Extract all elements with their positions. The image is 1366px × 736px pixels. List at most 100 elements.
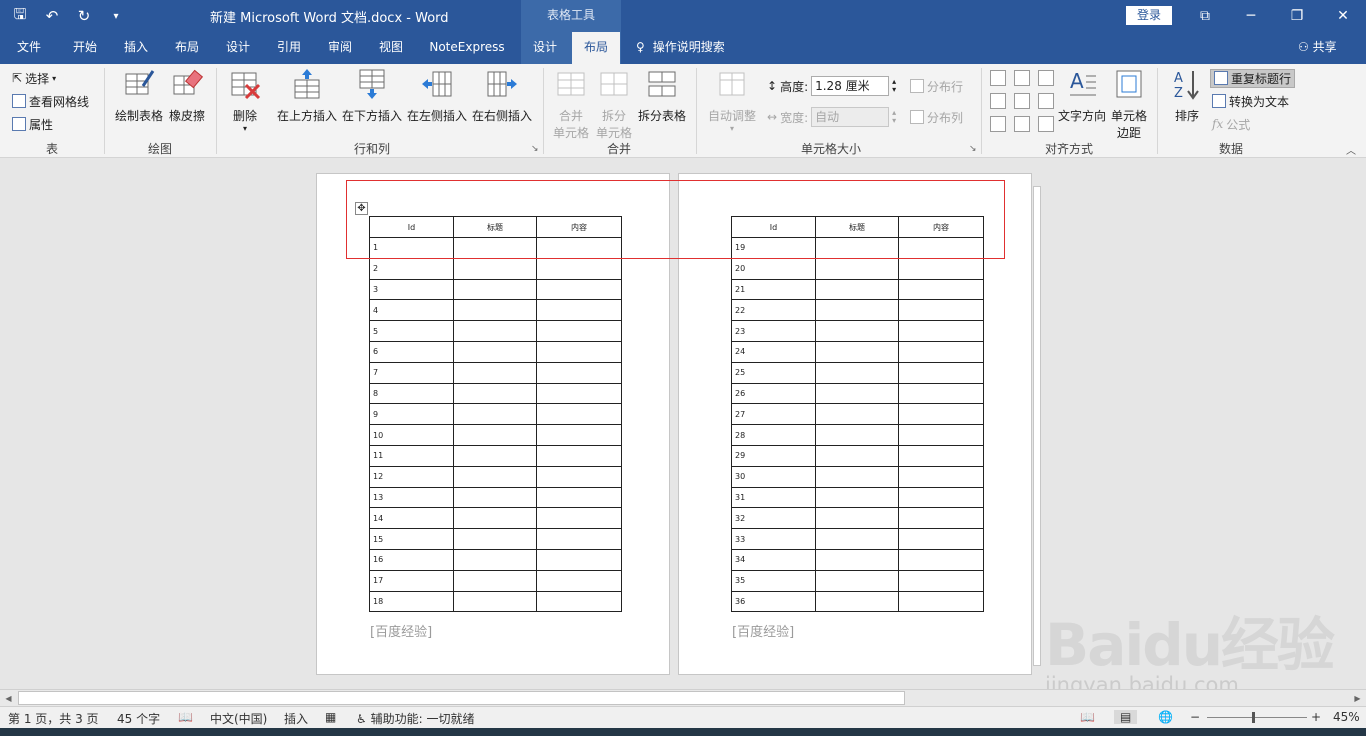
row-height-input[interactable]: 1.28 厘米 <box>811 76 890 96</box>
id-cell[interactable]: 11 <box>369 444 454 467</box>
id-cell[interactable]: 28 <box>731 424 816 446</box>
table-cell[interactable] <box>536 403 622 426</box>
align-top-right-icon[interactable] <box>1038 70 1054 86</box>
table-cell[interactable] <box>536 320 622 342</box>
accessibility-status[interactable]: ♿ 辅助功能: 一切就绪 <box>356 710 474 727</box>
zoom-level[interactable]: 45% <box>1333 710 1360 724</box>
cell-margins-button[interactable]: 单元格 边距 <box>1109 68 1149 141</box>
table-cell[interactable] <box>815 299 899 322</box>
table-cell[interactable] <box>898 403 984 426</box>
ribbon-display-icon[interactable]: ⧉ <box>1182 0 1228 32</box>
table-cell[interactable] <box>815 548 899 571</box>
id-cell[interactable]: 9 <box>369 403 454 426</box>
table-cell[interactable] <box>536 299 622 322</box>
table-cell[interactable] <box>898 507 984 530</box>
table-cell[interactable] <box>536 237 622 259</box>
table-cell[interactable] <box>898 278 984 301</box>
table-cell[interactable] <box>898 590 984 613</box>
eraser-button[interactable]: 橡皮擦 <box>167 68 207 124</box>
tell-me-search[interactable]: ♀ 操作说明搜索 <box>636 32 725 64</box>
read-mode-icon[interactable]: 📖 <box>1080 710 1095 724</box>
table-cell[interactable] <box>815 361 899 384</box>
tab-review[interactable]: 审阅 <box>317 32 363 64</box>
close-icon[interactable]: ✕ <box>1320 0 1366 32</box>
delete-button[interactable]: 删除 ▾ <box>225 68 265 133</box>
table-cell[interactable] <box>815 320 899 342</box>
height-spinner-icon[interactable]: ▴ ▾ <box>892 78 896 94</box>
insert-left-button[interactable]: 在左侧插入 <box>405 68 469 124</box>
table-cell[interactable] <box>536 569 622 592</box>
text-direction-button[interactable]: A 文字方向 <box>1056 68 1108 124</box>
id-cell[interactable]: 31 <box>731 486 816 509</box>
id-cell[interactable]: 14 <box>369 507 454 530</box>
id-cell[interactable]: 12 <box>369 465 454 488</box>
id-cell[interactable]: 20 <box>731 257 816 280</box>
table-cell[interactable] <box>898 340 984 363</box>
tab-table-design[interactable]: 设计 <box>522 32 568 64</box>
align-bottom-right-icon[interactable] <box>1038 116 1054 132</box>
proofing-icon[interactable]: 📖 <box>178 710 193 724</box>
draw-table-button[interactable]: 绘制表格 <box>113 68 165 124</box>
table-cell[interactable] <box>815 507 899 530</box>
align-center-left-icon[interactable] <box>990 93 1006 109</box>
id-cell[interactable]: 36 <box>731 590 816 613</box>
table-cell[interactable] <box>898 237 984 259</box>
zoom-out-icon[interactable]: − <box>1190 710 1200 724</box>
tab-layout[interactable]: 布局 <box>164 32 210 64</box>
page-1[interactable]: Id 标题 内容 1 2 3 4 5 6 7 8 9 10 11 12 13 14 15 16 17 18 [百度经验] <box>316 173 670 675</box>
tab-design[interactable]: 设计 <box>215 32 261 64</box>
table-cell[interactable] <box>815 237 899 259</box>
redo-icon[interactable]: ↻ <box>74 7 94 25</box>
table-cell[interactable] <box>536 257 622 280</box>
table-cell[interactable] <box>453 278 537 301</box>
tab-view[interactable]: 视图 <box>368 32 414 64</box>
table-cell[interactable] <box>453 486 537 509</box>
table-cell[interactable] <box>453 299 537 322</box>
dialog-launcher-icon[interactable]: ↘ <box>531 144 539 154</box>
id-cell[interactable]: 17 <box>369 569 454 592</box>
table-cell[interactable] <box>815 528 899 550</box>
table-cell[interactable] <box>898 465 984 488</box>
scroll-left-icon[interactable]: ◀ <box>0 690 17 707</box>
align-bottom-left-icon[interactable] <box>990 116 1006 132</box>
customize-icon[interactable]: ▾ <box>106 11 126 22</box>
word-count[interactable]: 45 个字 <box>117 710 160 727</box>
align-bottom-center-icon[interactable] <box>1014 116 1030 132</box>
table-cell[interactable] <box>453 257 537 280</box>
data-table-page-2[interactable]: Id 标题 内容 19 20 21 22 23 24 25 26 27 28 29 30 31 32 33 34 35… <box>731 216 984 613</box>
table-cell[interactable] <box>898 548 984 571</box>
document-area[interactable]: Id 标题 内容 1 2 3 4 5 6 7 8 9 10 11 12 13 14 15 16 17 18 [百度经验]… <box>0 158 1366 689</box>
id-cell[interactable]: 25 <box>731 361 816 384</box>
table-cell[interactable] <box>898 444 984 467</box>
table-cell[interactable] <box>898 382 984 405</box>
language-indicator[interactable]: 中文(中国) <box>210 710 267 727</box>
tab-table-layout[interactable]: 布局 <box>572 32 620 64</box>
page-count[interactable]: 第 1 页，共 3 页 <box>8 710 99 727</box>
table-cell[interactable] <box>815 569 899 592</box>
convert-to-text-button[interactable]: 转换为文本 <box>1212 91 1289 111</box>
table-cell[interactable] <box>453 528 537 550</box>
align-top-center-icon[interactable] <box>1014 70 1030 86</box>
data-table-page-1[interactable]: Id 标题 内容 1 2 3 4 5 6 7 8 9 10 11 12 13 14 15 16 17 18 <box>369 216 622 613</box>
tab-noteexpress[interactable]: NoteExpress <box>420 32 514 64</box>
id-cell[interactable]: 5 <box>369 320 454 342</box>
print-layout-icon[interactable]: ▤ <box>1114 710 1138 724</box>
table-cell[interactable] <box>536 382 622 405</box>
table-cell[interactable] <box>536 548 622 571</box>
id-cell[interactable]: 2 <box>369 257 454 280</box>
id-cell[interactable]: 27 <box>731 403 816 426</box>
scroll-right-icon[interactable]: ▶ <box>1349 690 1366 707</box>
table-cell[interactable] <box>536 507 622 530</box>
share-button[interactable]: ⚇ 共享 <box>1298 32 1337 64</box>
table-cell[interactable] <box>815 382 899 405</box>
table-cell[interactable] <box>815 424 899 446</box>
undo-icon[interactable]: ↶ <box>42 7 62 25</box>
table-cell[interactable] <box>453 340 537 363</box>
split-cells-button[interactable]: 拆分 单元格 <box>594 68 634 141</box>
id-cell[interactable]: 35 <box>731 569 816 592</box>
distribute-rows-button[interactable]: 分布行 <box>910 76 963 96</box>
table-cell[interactable] <box>453 507 537 530</box>
insert-right-button[interactable]: 在右侧插入 <box>470 68 534 124</box>
id-cell[interactable]: 10 <box>369 424 454 446</box>
minimize-icon[interactable]: ─ <box>1228 0 1274 32</box>
